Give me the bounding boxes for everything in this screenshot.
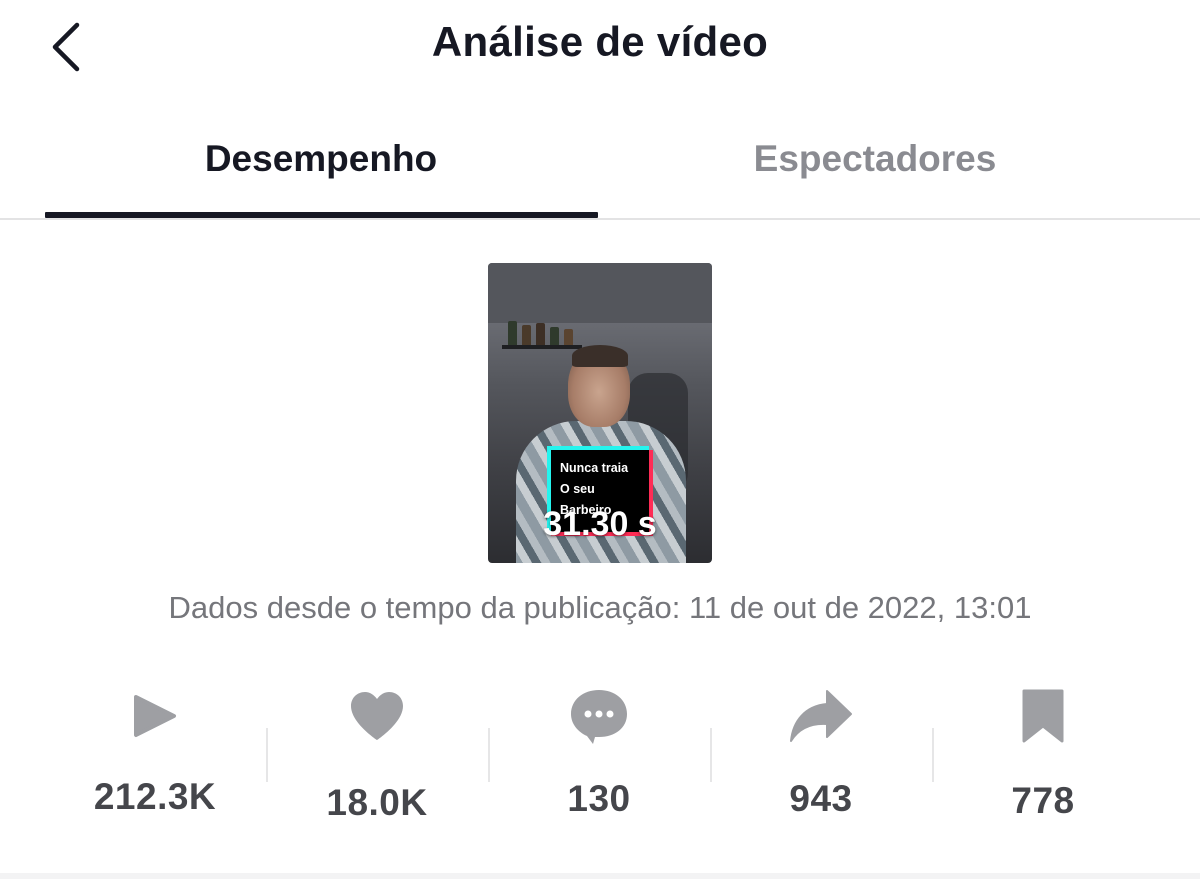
bookmark-icon bbox=[1022, 689, 1064, 743]
stat-saves-value: 778 bbox=[1011, 780, 1075, 821]
stat-likes[interactable]: 18.0K bbox=[266, 680, 488, 830]
publish-date-info: Dados desde o tempo da publicação: 11 de… bbox=[168, 590, 1032, 625]
caption-line: Nunca traia bbox=[560, 461, 629, 475]
thumbnail-decor bbox=[536, 323, 545, 345]
stat-saves[interactable]: 778 bbox=[932, 680, 1154, 830]
share-icon bbox=[790, 690, 852, 742]
thumbnail-decor bbox=[522, 325, 531, 345]
stat-comments-value: 130 bbox=[567, 778, 631, 819]
thumbnail-decor bbox=[550, 327, 559, 345]
thumbnail-decor bbox=[564, 329, 573, 345]
play-icon bbox=[134, 695, 176, 737]
thumbnail-person-hair bbox=[572, 345, 628, 367]
caption-line: O seu bbox=[560, 482, 595, 496]
active-tab-indicator bbox=[45, 212, 598, 218]
bottom-separator bbox=[0, 873, 1200, 879]
heart-icon bbox=[351, 692, 403, 740]
thumbnail-background bbox=[488, 263, 712, 323]
thumbnail-decor bbox=[508, 321, 517, 345]
video-duration: 31.30 s bbox=[543, 505, 657, 543]
video-thumbnail[interactable]: Nunca traia O seu Barbeiro 31.30 s bbox=[488, 263, 712, 563]
tab-bar: Desempenho Espectadores bbox=[0, 118, 1200, 220]
comment-icon bbox=[571, 690, 627, 744]
stat-shares-value: 943 bbox=[789, 778, 853, 819]
tab-desempenho[interactable]: Desempenho bbox=[44, 138, 598, 180]
video-analytics-screen: Análise de vídeo Desempenho Espectadores… bbox=[0, 0, 1200, 879]
header: Análise de vídeo bbox=[0, 0, 1200, 92]
stat-likes-value: 18.0K bbox=[326, 782, 428, 823]
stat-views[interactable]: 212.3K bbox=[44, 680, 266, 830]
stat-comments[interactable]: 130 bbox=[488, 680, 710, 830]
stats-row: 212.3K 18.0K 130 943 778 bbox=[44, 680, 1156, 830]
page-title: Análise de vídeo bbox=[431, 18, 769, 65]
stat-views-value: 212.3K bbox=[93, 776, 217, 817]
thumbnail-shelf bbox=[502, 345, 582, 349]
tab-espectadores[interactable]: Espectadores bbox=[598, 138, 1152, 180]
stat-shares[interactable]: 943 bbox=[710, 680, 932, 830]
